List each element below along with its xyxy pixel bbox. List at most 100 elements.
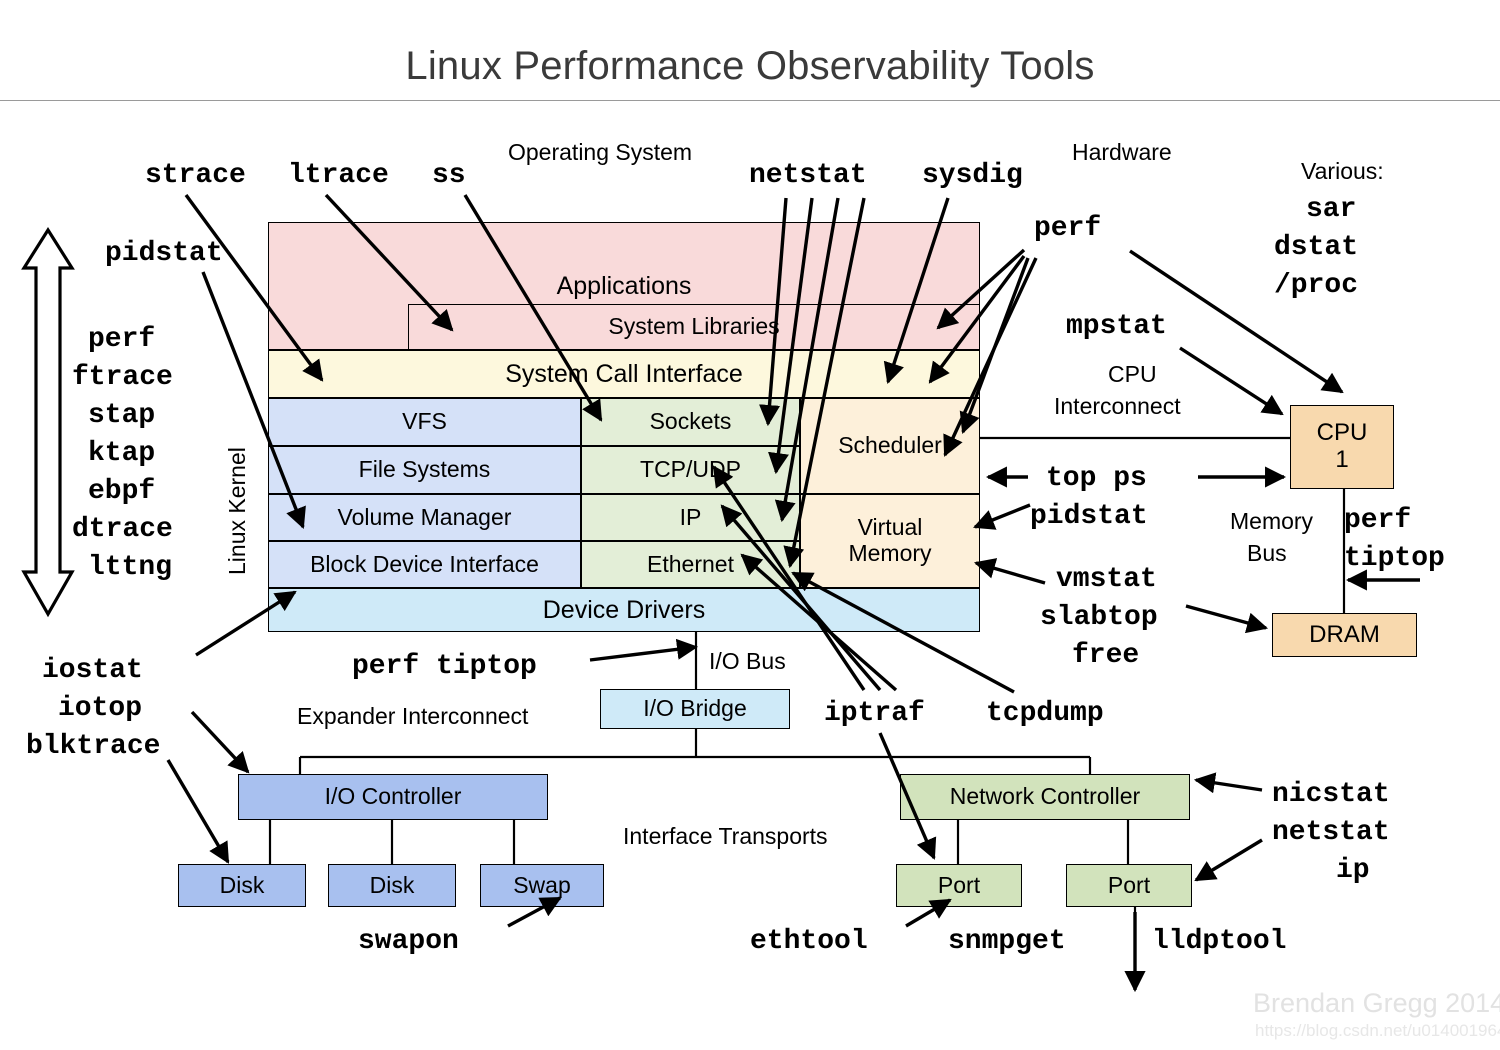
label-cpu-interconnect-line2: Interconnect bbox=[1054, 393, 1181, 419]
tool-blktrace: blktrace bbox=[26, 731, 161, 762]
tool-tiptop-memory: tiptop bbox=[1344, 543, 1445, 574]
box-scheduler: Scheduler bbox=[800, 398, 980, 494]
tool-dtrace: dtrace bbox=[72, 514, 173, 545]
box-virtual-memory-label-line2: Memory bbox=[848, 540, 932, 566]
tool-swapon: swapon bbox=[358, 926, 459, 957]
kernel-scope-arrow bbox=[21, 227, 75, 618]
title-divider bbox=[0, 100, 1500, 101]
tool-strace: strace bbox=[145, 160, 246, 191]
tool-sysdig: sysdig bbox=[922, 160, 1023, 191]
box-dram-label: DRAM bbox=[1309, 620, 1380, 648]
tool-netstat-nic: netstat bbox=[1272, 817, 1390, 848]
box-file-systems-label: File Systems bbox=[358, 456, 491, 483]
box-scheduler-label: Scheduler bbox=[838, 432, 942, 459]
label-various: Various: bbox=[1301, 158, 1384, 184]
tool-iostat: iostat bbox=[42, 655, 143, 686]
label-hardware: Hardware bbox=[1072, 139, 1172, 165]
label-memory-bus-line1: Memory bbox=[1230, 508, 1314, 534]
box-applications-label: Applications bbox=[556, 272, 692, 300]
tool-dstat: dstat bbox=[1274, 232, 1359, 263]
box-virtual-memory: Virtual Memory bbox=[800, 494, 980, 588]
box-dram: DRAM bbox=[1272, 613, 1417, 657]
tool-top-ps: top ps bbox=[1046, 463, 1147, 494]
diagram-canvas: Linux Performance Observability Tools Op… bbox=[0, 0, 1500, 1050]
box-port-1-label: Port bbox=[937, 871, 981, 898]
box-network-controller-label: Network Controller bbox=[949, 783, 1141, 810]
tool-lldptool: lldptool bbox=[1152, 926, 1287, 957]
box-virtual-memory-label-line1: Virtual bbox=[857, 514, 923, 541]
box-cpu: CPU 1 bbox=[1290, 405, 1394, 489]
box-system-libraries: System Libraries bbox=[408, 304, 980, 350]
label-interface-transports: Interface Transports bbox=[623, 823, 828, 849]
label-expander-interconnect: Expander Interconnect bbox=[297, 703, 529, 729]
box-file-systems: File Systems bbox=[268, 446, 581, 494]
box-device-drivers-label: Device Drivers bbox=[542, 596, 706, 624]
label-operating-system: Operating System bbox=[508, 139, 693, 165]
tool-perf-hardware: perf bbox=[1034, 213, 1102, 244]
box-disk-1-label: Disk bbox=[219, 871, 265, 898]
tool-vmstat: vmstat bbox=[1056, 564, 1157, 595]
tool-free: free bbox=[1072, 640, 1140, 671]
box-io-bridge-label: I/O Bridge bbox=[643, 695, 747, 722]
tool-iptraf: iptraf bbox=[824, 698, 925, 729]
box-system-call-interface-label: System Call Interface bbox=[505, 360, 743, 388]
label-cpu-interconnect-line1: CPU bbox=[1108, 361, 1157, 387]
box-swap-label: Swap bbox=[513, 871, 571, 898]
tool-nicstat: nicstat bbox=[1272, 779, 1390, 810]
tool-snmpget: snmpget bbox=[948, 926, 1066, 957]
tool-ftrace: ftrace bbox=[72, 362, 173, 393]
box-tcp-udp: TCP/UDP bbox=[581, 446, 800, 494]
tool-stap: stap bbox=[88, 400, 156, 431]
box-system-libraries-label: System Libraries bbox=[608, 313, 780, 340]
tool-ethtool: ethtool bbox=[750, 926, 868, 957]
label-linux-kernel: Linux Kernel bbox=[224, 447, 250, 575]
box-system-call-interface: System Call Interface bbox=[268, 350, 980, 398]
box-port-2-label: Port bbox=[1107, 871, 1151, 898]
tool-netstat-top: netstat bbox=[749, 160, 867, 191]
tool-pidstat-top: pidstat bbox=[105, 238, 223, 269]
credit-watermark: Brendan Gregg 2014 bbox=[1253, 988, 1500, 1018]
box-block-device-interface-label: Block Device Interface bbox=[310, 550, 539, 577]
box-vfs-label: VFS bbox=[402, 408, 447, 435]
tool-mpstat: mpstat bbox=[1066, 311, 1167, 342]
box-cpu-label-line2: 1 bbox=[1335, 446, 1349, 473]
tool-sar: sar bbox=[1306, 194, 1357, 225]
box-ethernet-label: Ethernet bbox=[647, 550, 734, 577]
box-device-drivers: Device Drivers bbox=[268, 588, 980, 632]
box-ip: IP bbox=[581, 494, 800, 541]
tool-iotop: iotop bbox=[58, 693, 143, 724]
box-disk-2-label: Disk bbox=[369, 871, 415, 898]
box-network-controller: Network Controller bbox=[900, 774, 1190, 820]
box-io-bridge: I/O Bridge bbox=[600, 689, 790, 729]
box-io-controller: I/O Controller bbox=[238, 774, 548, 820]
box-ip-label: IP bbox=[679, 503, 702, 530]
box-cpu-label-line1: CPU bbox=[1316, 419, 1368, 447]
label-io-bus: I/O Bus bbox=[709, 648, 786, 674]
box-port-1: Port bbox=[896, 864, 1022, 907]
tool-ktap: ktap bbox=[88, 438, 156, 469]
tool-ltrace: ltrace bbox=[288, 160, 389, 191]
box-ethernet: Ethernet bbox=[581, 541, 800, 588]
tool-slabtop: slabtop bbox=[1040, 602, 1158, 633]
box-vfs: VFS bbox=[268, 398, 581, 446]
box-sockets: Sockets bbox=[581, 398, 800, 446]
box-disk-2: Disk bbox=[328, 864, 456, 907]
box-io-controller-label: I/O Controller bbox=[324, 783, 462, 810]
tool-perf-kernel: perf bbox=[88, 324, 156, 355]
tool-perf-memory: perf bbox=[1344, 505, 1412, 536]
box-tcp-udp-label: TCP/UDP bbox=[640, 456, 741, 483]
box-port-2: Port bbox=[1066, 864, 1192, 907]
tool-tcpdump: tcpdump bbox=[986, 698, 1104, 729]
tool-ebpf: ebpf bbox=[88, 476, 156, 507]
page-title: Linux Performance Observability Tools bbox=[405, 44, 1095, 88]
box-volume-manager-label: Volume Manager bbox=[337, 503, 512, 530]
url-watermark: https://blog.csdn.net/u014001964 bbox=[1255, 1021, 1500, 1040]
box-sockets-label: Sockets bbox=[649, 408, 732, 435]
box-disk-1: Disk bbox=[178, 864, 306, 907]
label-memory-bus-line2: Bus bbox=[1247, 540, 1287, 566]
box-swap: Swap bbox=[480, 864, 604, 907]
box-block-device-interface: Block Device Interface bbox=[268, 541, 581, 588]
tool-pidstat-cpu: pidstat bbox=[1030, 501, 1148, 532]
tool-perf-tiptop-bus: perf tiptop bbox=[352, 651, 537, 682]
tool-proc: /proc bbox=[1274, 270, 1359, 301]
